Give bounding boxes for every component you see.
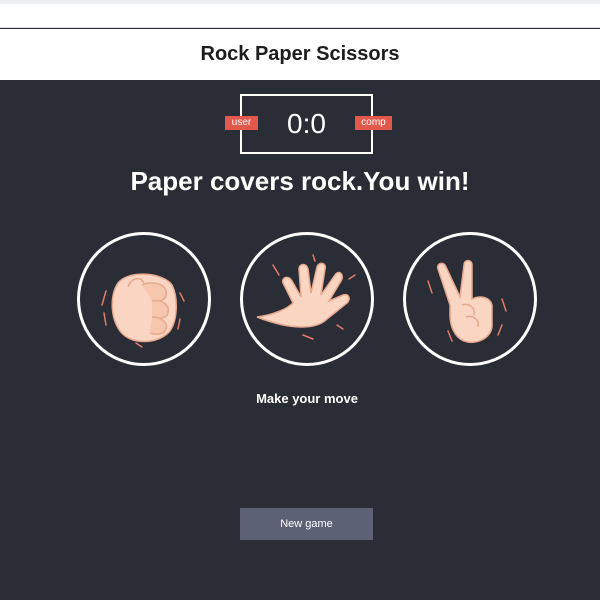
header: Rock Paper Scissors (0, 29, 600, 80)
new-game-button[interactable]: New game (240, 508, 373, 540)
page-title: Rock Paper Scissors (200, 43, 400, 65)
comp-badge: comp (355, 116, 392, 130)
scissors-choice-button[interactable] (403, 232, 537, 366)
scissors-hand-icon (427, 259, 507, 343)
paper-choice-button[interactable] (240, 232, 374, 366)
user-badge: user (225, 116, 258, 130)
rock-hand-icon (101, 273, 185, 348)
browser-top-bar (0, 4, 600, 28)
rock-choice-button[interactable] (77, 232, 211, 366)
scoreboard: 0:0 (240, 94, 373, 154)
move-prompt: Make your move (256, 391, 358, 406)
paper-hand-icon (256, 254, 356, 340)
result-message: Paper covers rock.You win! (130, 166, 470, 196)
score-display: 0:0 (287, 108, 326, 139)
